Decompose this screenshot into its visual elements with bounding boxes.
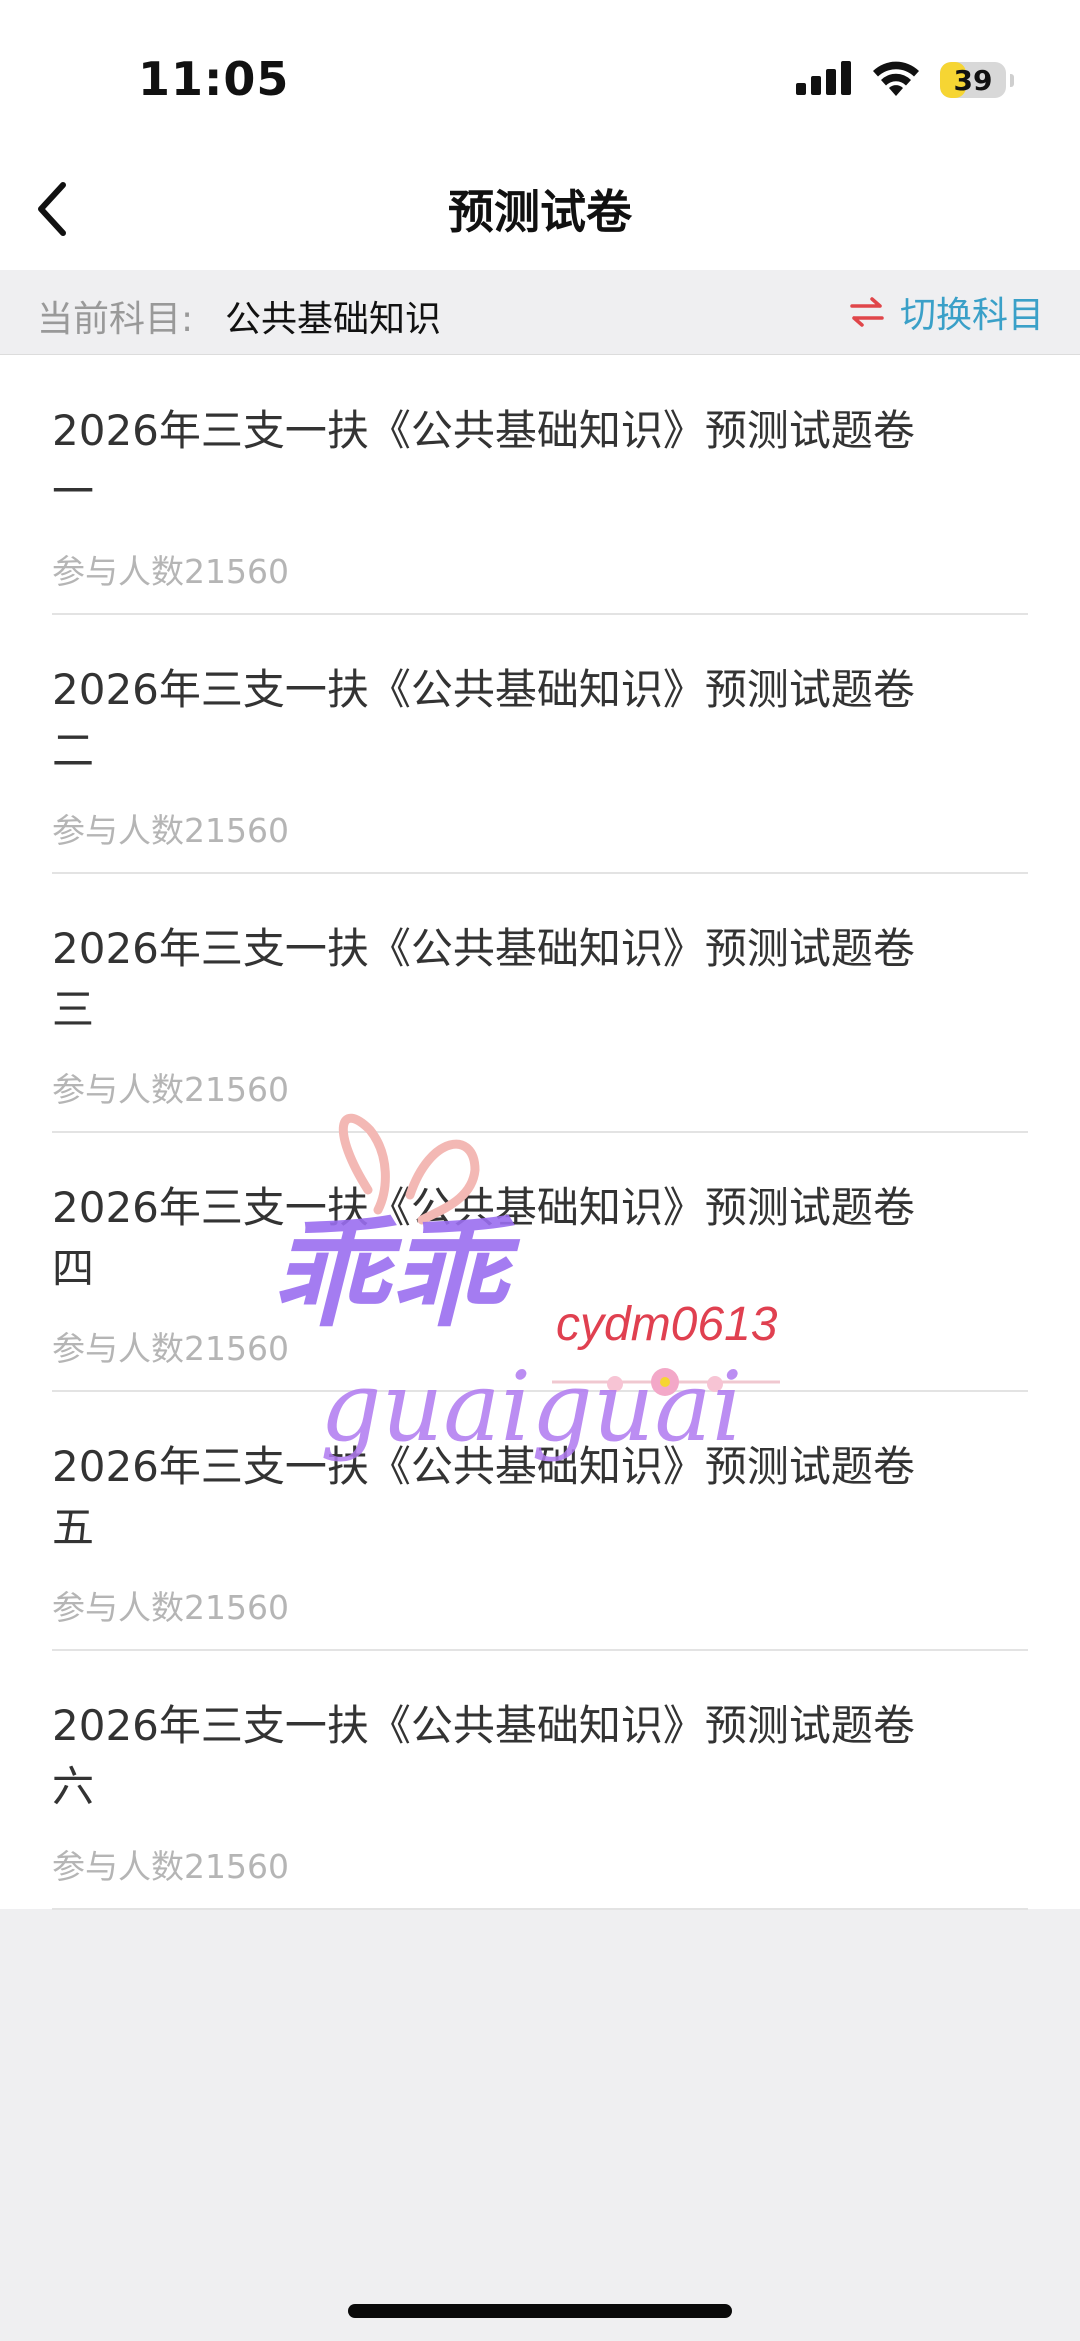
home-indicator	[348, 2304, 732, 2318]
status-icons: 39	[796, 58, 1014, 102]
status-time: 11:05	[138, 52, 290, 106]
switch-subject-button[interactable]: 切换科目	[850, 286, 1044, 338]
paper-title: 2026年三支一扶《公共基础知识》预测试题卷六	[52, 1701, 915, 1811]
subject-value: 公共基础知识	[225, 299, 442, 340]
paper-title: 2026年三支一扶《公共基础知识》预测试题卷一	[52, 406, 915, 516]
participant-count: 参与人数21560	[52, 1070, 289, 1109]
battery-level: 39	[953, 63, 993, 97]
participant-count: 参与人数21560	[52, 1847, 289, 1886]
list-item[interactable]: 2026年三支一扶《公共基础知识》预测试题卷三 参与人数21560	[52, 873, 1028, 1133]
paper-title: 2026年三支一扶《公共基础知识》预测试题卷三	[52, 924, 915, 1034]
screen: 11:05 39 预测试卷 当前科目: 公共基础知识 切换科目 2026年三支一…	[0, 0, 1080, 2341]
participant-count: 参与人数21560	[52, 1329, 289, 1368]
list-item[interactable]: 2026年三支一扶《公共基础知识》预测试题卷二 参与人数21560	[52, 614, 1028, 874]
nav-bar: 预测试卷	[0, 150, 1080, 270]
participant-count: 参与人数21560	[52, 552, 289, 591]
cellular-signal-icon	[796, 61, 852, 99]
battery-icon: 39	[940, 62, 1006, 98]
status-bar: 11:05 39	[0, 0, 1080, 150]
swap-arrows-icon	[850, 297, 884, 327]
list-item[interactable]: 2026年三支一扶《公共基础知识》预测试题卷一 参与人数21560	[52, 355, 1028, 615]
subject-label: 当前科目:	[37, 299, 194, 340]
list-item[interactable]: 2026年三支一扶《公共基础知识》预测试题卷六 参与人数21560	[52, 1650, 1028, 1910]
page-title: 预测试卷	[448, 185, 632, 239]
list-item[interactable]: 2026年三支一扶《公共基础知识》预测试题卷五 参与人数21560	[52, 1391, 1028, 1651]
subject-bar: 当前科目: 公共基础知识 切换科目	[0, 270, 1080, 355]
paper-title: 2026年三支一扶《公共基础知识》预测试题卷四	[52, 1183, 915, 1293]
participant-count: 参与人数21560	[52, 811, 289, 850]
list-item[interactable]: 2026年三支一扶《公共基础知识》预测试题卷四 参与人数21560	[52, 1132, 1028, 1392]
switch-subject-label: 切换科目	[899, 295, 1044, 336]
paper-list: 2026年三支一扶《公共基础知识》预测试题卷一 参与人数21560 2026年三…	[0, 355, 1080, 1910]
battery-cap	[1010, 73, 1014, 87]
wifi-icon	[872, 60, 920, 100]
paper-title: 2026年三支一扶《公共基础知识》预测试题卷五	[52, 1442, 915, 1552]
paper-title: 2026年三支一扶《公共基础知识》预测试题卷二	[52, 665, 915, 775]
participant-count: 参与人数21560	[52, 1588, 289, 1627]
